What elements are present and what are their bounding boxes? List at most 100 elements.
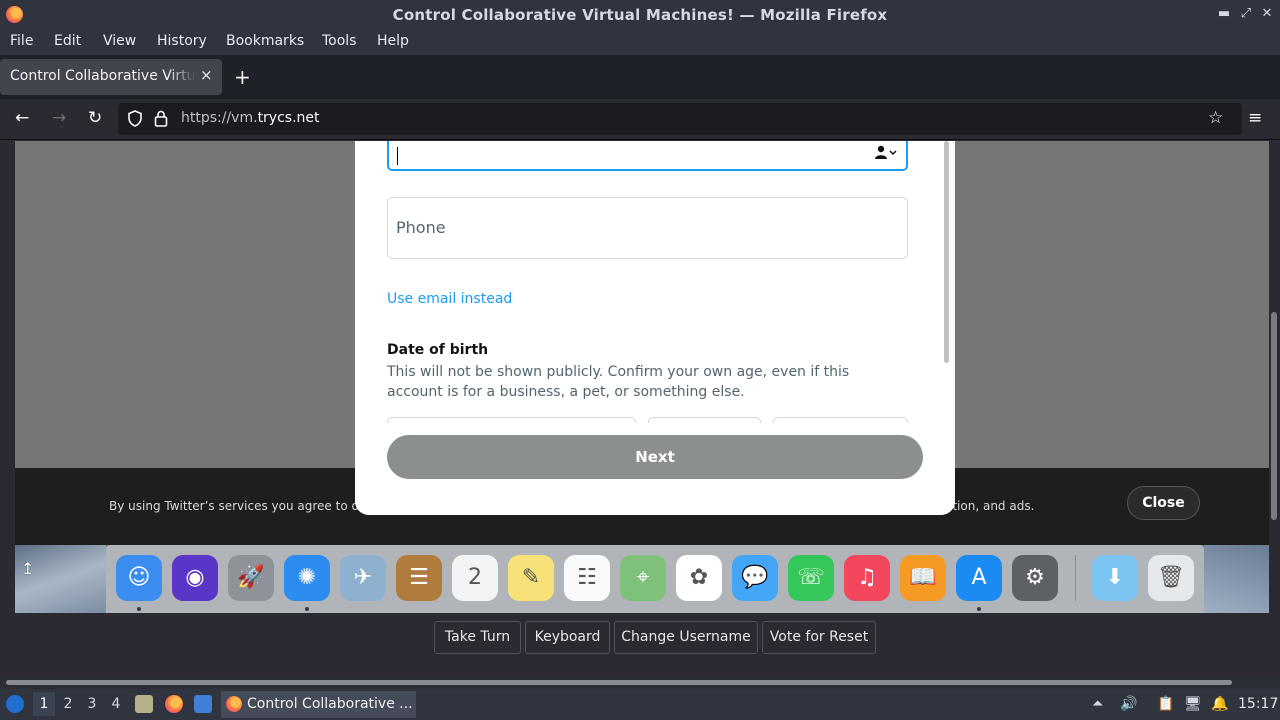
autofill-person-icon[interactable]	[875, 145, 897, 163]
vm-controls: Take Turn Keyboard Change Username Vote …	[0, 613, 1280, 678]
new-tab-icon[interactable]: +	[234, 65, 251, 89]
menu-file[interactable]: File	[10, 33, 33, 49]
workspace-4[interactable]: 4	[105, 696, 127, 712]
firefox-launcher-icon[interactable]	[165, 695, 183, 713]
volume-icon[interactable]: 🔊	[1120, 696, 1137, 712]
window-titlebar: Control Collaborative Virtual Machines! …	[0, 0, 1280, 29]
app-menu-icon[interactable]: ≡	[1248, 108, 1262, 128]
forward-icon[interactable]: →	[52, 108, 66, 128]
tab-strip: Control Collaborative Virtual Machines! …	[0, 55, 1280, 99]
calendar-icon[interactable]: 2	[452, 555, 498, 601]
menu-help[interactable]: Help	[377, 33, 409, 49]
mouse-cursor-icon: ↥	[21, 559, 35, 578]
change-username-button[interactable]: Change Username	[614, 621, 758, 654]
taskbar: 1 2 3 4 Control Collaborative ... ⏶ 🔊 📋 …	[0, 689, 1280, 720]
music-icon[interactable]: ♫	[844, 555, 890, 601]
vote-for-reset-button[interactable]: Vote for Reset	[762, 621, 876, 654]
url-domain: trycs.net	[257, 110, 320, 126]
dock-separator	[1075, 555, 1076, 601]
workspace-2[interactable]: 2	[57, 696, 79, 712]
phone-placeholder: Phone	[396, 218, 446, 237]
siri-icon[interactable]: ◉	[172, 555, 218, 601]
start-menu-icon[interactable]	[6, 695, 24, 713]
reminders-icon[interactable]: ☷	[564, 555, 610, 601]
photos-icon[interactable]: ✿	[676, 555, 722, 601]
facetime-icon[interactable]: ☏	[788, 555, 834, 601]
maps-icon[interactable]: ⌖	[620, 555, 666, 601]
notes-icon[interactable]: ✎	[508, 555, 554, 601]
file-manager-icon[interactable]	[135, 695, 153, 713]
launchpad-icon[interactable]: 🚀	[228, 555, 274, 601]
appstore-icon[interactable]: A	[956, 555, 1002, 601]
clock: 15:17	[1238, 696, 1279, 712]
clipboard-icon[interactable]: 📋	[1157, 696, 1174, 712]
workspace-1[interactable]: 1	[33, 692, 55, 716]
contacts-icon[interactable]: ☰	[396, 555, 442, 601]
horizontal-scrollbar[interactable]	[6, 680, 1232, 685]
cookie-text: By using Twitter’s services you agree to…	[109, 499, 367, 513]
cookie-close-button[interactable]: Close	[1127, 486, 1200, 520]
dob-title: Date of birth	[387, 342, 489, 358]
tray-up-icon[interactable]: ⏶	[1092, 696, 1103, 712]
firefox-task-icon	[226, 696, 242, 712]
task-label: Control Collaborative ...	[247, 696, 413, 712]
dock-running-indicator	[977, 607, 981, 611]
cookie-text-end: ation, and ads.	[945, 499, 1035, 513]
text-caret	[397, 147, 398, 165]
menu-view[interactable]: View	[103, 33, 136, 49]
menu-tools[interactable]: Tools	[322, 33, 357, 49]
dialog-scrollbar[interactable]	[942, 141, 952, 423]
dob-description: This will not be shown publicly. Confirm…	[387, 364, 850, 400]
tab-label: Control Collaborative Virtual Machines!	[10, 68, 196, 84]
dialog-scroll-thumb[interactable]	[944, 141, 949, 363]
bookmark-star-icon[interactable]: ☆	[1208, 108, 1223, 128]
workspace-3[interactable]: 3	[81, 696, 103, 712]
page-scrollbar[interactable]	[1271, 312, 1277, 520]
dock-running-indicator	[305, 607, 309, 611]
menu-history[interactable]: History	[157, 33, 207, 49]
trash-icon[interactable]: 🗑	[1148, 555, 1194, 601]
url-prefix: https://vm.	[181, 110, 258, 126]
url-text[interactable]: https://vm.trycs.net	[181, 110, 320, 126]
vm-screen[interactable]: By using Twitter’s services you agree to…	[15, 141, 1269, 613]
taskbar-firefox-task[interactable]: Control Collaborative ...	[221, 691, 416, 718]
name-field[interactable]	[387, 141, 908, 171]
books-icon[interactable]: 📖	[900, 555, 946, 601]
minimize-icon[interactable]: ▬	[1216, 6, 1232, 21]
keyboard-button[interactable]: Keyboard	[525, 621, 610, 654]
dock: ☺ ◉ 🚀 ✺ ✈ ☰ 2 ✎ ☷ ⌖ ✿ 💬 ☏ ♫ 📖 A ⚙ ⬇ 🗑	[106, 545, 1204, 613]
dock-running-indicator	[137, 607, 141, 611]
reload-icon[interactable]: ↻	[88, 108, 102, 128]
notifications-icon[interactable]: 🔔	[1211, 696, 1228, 712]
preview-icon[interactable]: ✈	[340, 555, 386, 601]
menu-bar: File Edit View History Bookmarks Tools H…	[0, 29, 1280, 55]
system-preferences-icon[interactable]: ⚙	[1012, 555, 1058, 601]
menu-edit[interactable]: Edit	[54, 33, 81, 49]
maximize-icon[interactable]: ⤢	[1238, 6, 1254, 21]
tab-active[interactable]: Control Collaborative Virtual Machines! …	[0, 59, 222, 95]
finder-icon[interactable]: ☺	[116, 555, 162, 601]
back-icon[interactable]: ←	[15, 108, 29, 128]
messages-icon[interactable]: 💬	[732, 555, 778, 601]
page-left-gutter	[0, 141, 15, 613]
phone-field[interactable]: Phone	[387, 197, 908, 259]
desktop-wallpaper	[15, 545, 106, 613]
take-turn-button[interactable]: Take Turn	[434, 621, 521, 654]
next-button[interactable]: Next	[387, 435, 923, 479]
dialog-footer: Next	[355, 423, 955, 515]
tab-close-icon[interactable]: ×	[200, 66, 213, 84]
display-icon[interactable]: 🖥	[1184, 696, 1202, 712]
navigation-bar: ← → ↻ https://vm.trycs.net ☆ ≡	[0, 99, 1280, 140]
desktop-icon[interactable]	[194, 695, 212, 713]
shield-icon[interactable]	[127, 110, 143, 131]
menu-bookmarks[interactable]: Bookmarks	[226, 33, 304, 49]
signup-dialog: Phone Use email instead Date of birth Th…	[355, 141, 955, 515]
safari-icon[interactable]: ✺	[284, 555, 330, 601]
url-bar[interactable]: https://vm.trycs.net	[118, 103, 1242, 135]
lock-icon[interactable]	[154, 110, 168, 131]
use-email-link[interactable]: Use email instead	[387, 291, 512, 307]
desktop-wallpaper-right	[1204, 545, 1269, 613]
close-window-icon[interactable]: ✕	[1259, 6, 1275, 21]
window-title: Control Collaborative Virtual Machines! …	[392, 6, 888, 24]
downloads-folder-icon[interactable]: ⬇	[1092, 555, 1138, 601]
